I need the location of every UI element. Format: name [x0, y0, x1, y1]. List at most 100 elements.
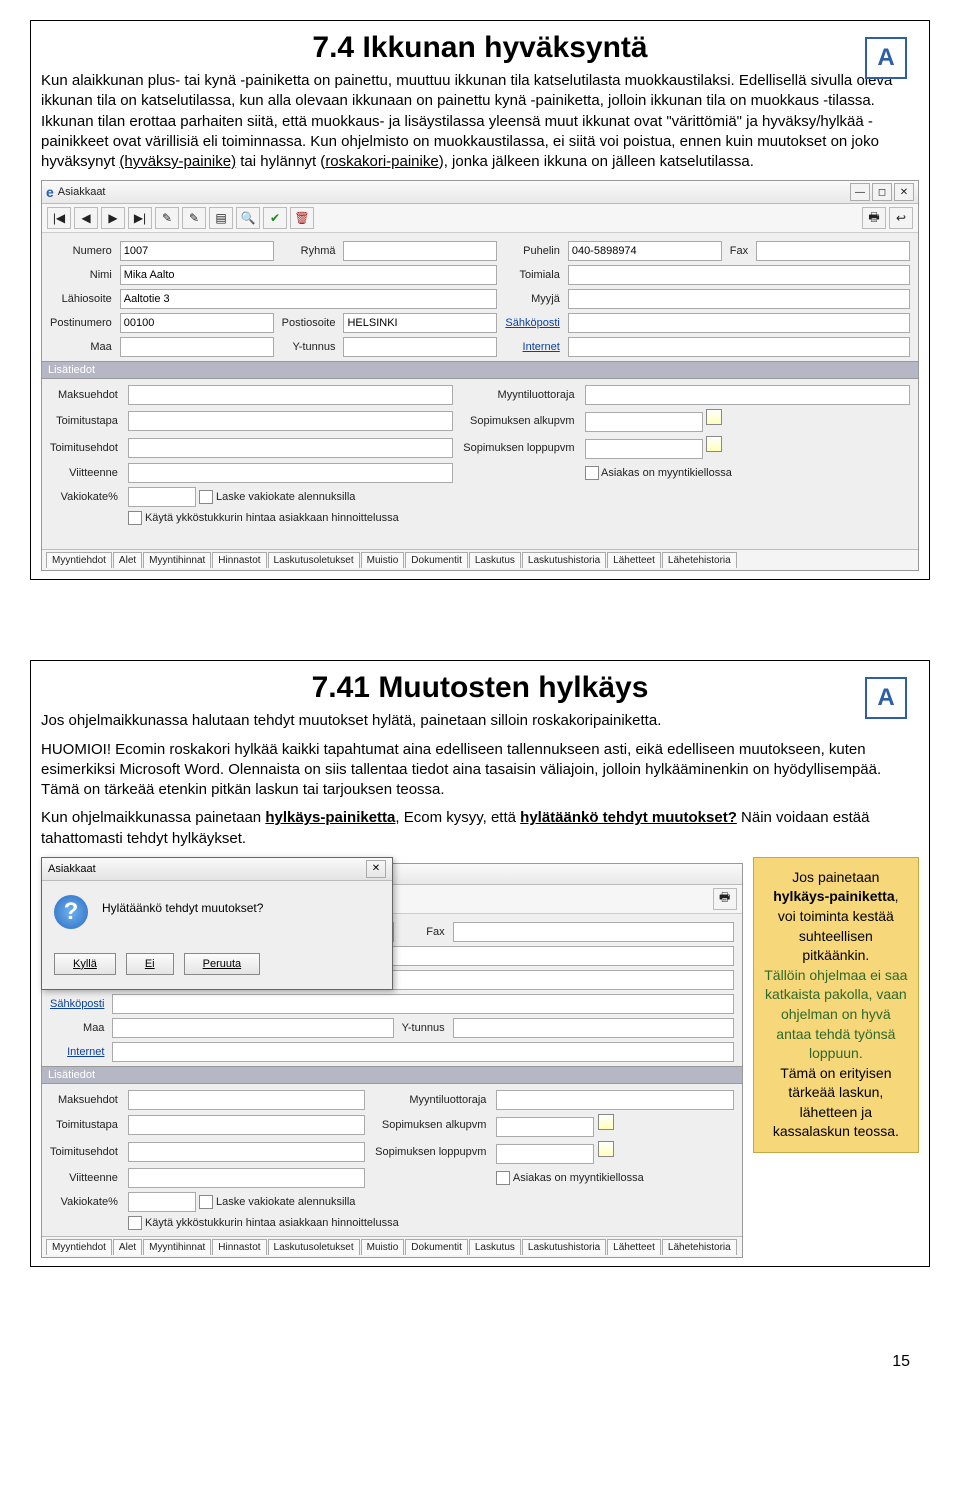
myyja-field[interactable]	[568, 289, 910, 309]
close-icon[interactable]: ✕	[366, 860, 386, 878]
tab[interactable]: Muistio	[361, 1239, 405, 1255]
calendar-icon[interactable]	[598, 1114, 614, 1130]
toimitustapa-field[interactable]	[128, 411, 453, 431]
maa-field[interactable]	[120, 337, 274, 357]
last-icon[interactable]: ▶|	[128, 207, 152, 229]
tab[interactable]: Lähetteet	[607, 552, 661, 568]
tab[interactable]: Laskutusoletukset	[268, 552, 360, 568]
ryhma-field[interactable]	[343, 241, 497, 261]
tab[interactable]: Myyntihinnat	[143, 1239, 211, 1255]
form-icon[interactable]: ▤	[209, 207, 233, 229]
ykkostukkuri-checkbox[interactable]	[128, 511, 142, 525]
postiosoite-field[interactable]	[343, 313, 497, 333]
lahiosoite-field[interactable]	[120, 289, 498, 309]
nimi-field[interactable]	[120, 265, 498, 285]
first-icon[interactable]: |◀	[47, 207, 71, 229]
no-button[interactable]: Ei	[126, 953, 174, 975]
lisatiedot-header: Lisätiedot	[42, 361, 918, 379]
viitteenne-field[interactable]	[128, 1168, 365, 1188]
fax-field[interactable]	[453, 922, 734, 942]
tab[interactable]: Myyntiehdot	[46, 552, 112, 568]
asiakkaat-window: e Asiakkaat — ◻ ✕ |◀ ◀ ▶ ▶| ✎ ✎ ▤ 🔍 ✔ 🗑 …	[41, 180, 919, 571]
dialog-title: Asiakkaat	[48, 863, 366, 875]
laske-vakiokate-checkbox[interactable]	[199, 1195, 213, 1209]
internet-link[interactable]: Internet	[50, 1046, 104, 1058]
toimitusehdot-field[interactable]	[128, 438, 453, 458]
accept-icon[interactable]: ✔	[263, 207, 287, 229]
alkupvm-field[interactable]	[496, 1117, 594, 1137]
yes-button[interactable]: Kyllä	[54, 953, 116, 975]
tab[interactable]: Laskutushistoria	[522, 552, 606, 568]
internet-field[interactable]	[112, 1042, 733, 1062]
tab[interactable]: Dokumentit	[405, 1239, 468, 1255]
close-icon[interactable]: ✕	[894, 183, 914, 201]
laske-vakiokate-checkbox[interactable]	[199, 490, 213, 504]
alkupvm-field[interactable]	[585, 412, 703, 432]
myyntiluottoraja-field[interactable]	[585, 385, 910, 405]
tab[interactable]: Myyntihinnat	[143, 552, 211, 568]
myyntiluottoraja-field[interactable]	[496, 1090, 733, 1110]
prev-icon[interactable]: ◀	[74, 207, 98, 229]
search-icon[interactable]: 🔍	[236, 207, 260, 229]
puhelin-field[interactable]	[568, 241, 722, 261]
loppupvm-field[interactable]	[496, 1144, 594, 1164]
fax-field[interactable]	[756, 241, 910, 261]
tab[interactable]: Lähetehistoria	[662, 1239, 737, 1255]
cancel-button[interactable]: Peruuta	[184, 953, 261, 975]
tab[interactable]: Alet	[113, 1239, 142, 1255]
internet-link[interactable]: Internet	[505, 341, 559, 353]
edit-icon[interactable]: ✎	[182, 207, 206, 229]
sahkoposti-field[interactable]	[568, 313, 910, 333]
reject-icon[interactable]: 🗑	[290, 207, 314, 229]
tab[interactable]: Hinnastot	[212, 1239, 266, 1255]
tab[interactable]: Alet	[113, 552, 142, 568]
tab[interactable]: Laskutus	[469, 1239, 521, 1255]
numero-field[interactable]	[120, 241, 274, 261]
section2-body2: HUOMIOI! Ecomin roskakori hylkää kaikki …	[41, 740, 919, 801]
section2-body3: Kun ohjelmaikkunassa painetaan hylkäys-p…	[41, 808, 919, 849]
maa-field[interactable]	[112, 1018, 393, 1038]
vakiokate-field[interactable]	[128, 1192, 196, 1212]
myyntikielto-checkbox[interactable]	[585, 466, 599, 480]
maksuehdot-field[interactable]	[128, 1090, 365, 1110]
myyntikielto-checkbox[interactable]	[496, 1171, 510, 1185]
tab[interactable]: Lähetehistoria	[662, 552, 737, 568]
tab[interactable]: Laskutusoletukset	[268, 1239, 360, 1255]
toimiala-field[interactable]	[568, 265, 910, 285]
tab[interactable]: Laskutus	[469, 552, 521, 568]
print-icon[interactable]: 🖶	[862, 207, 886, 229]
sahkoposti-link[interactable]: Sähköposti	[505, 317, 559, 329]
calendar-icon[interactable]	[706, 436, 722, 452]
toimitusehdot-field[interactable]	[128, 1142, 365, 1162]
tab-row: MyyntiehdotAletMyyntihinnatHinnastotLask…	[42, 1236, 742, 1257]
tab[interactable]: Lähetteet	[607, 1239, 661, 1255]
maksuehdot-field[interactable]	[128, 385, 453, 405]
vakiokate-field[interactable]	[128, 487, 196, 507]
tab[interactable]: Dokumentit	[405, 552, 468, 568]
viitteenne-field[interactable]	[128, 463, 453, 483]
section1-body: Kun alaikkunan plus- tai kynä -painikett…	[41, 71, 919, 172]
calendar-icon[interactable]	[598, 1141, 614, 1157]
sahkoposti-field[interactable]	[112, 994, 733, 1014]
ytunnus-field[interactable]	[453, 1018, 734, 1038]
tab[interactable]: Laskutushistoria	[522, 1239, 606, 1255]
print-icon[interactable]: 🖶	[713, 888, 737, 910]
minimize-icon[interactable]: —	[850, 183, 870, 201]
calendar-icon[interactable]	[706, 409, 722, 425]
loppupvm-field[interactable]	[585, 439, 703, 459]
postinumero-field[interactable]	[120, 313, 274, 333]
tab[interactable]: Myyntiehdot	[46, 1239, 112, 1255]
internet-field[interactable]	[568, 337, 910, 357]
ytunnus-field[interactable]	[343, 337, 497, 357]
page-number: 15	[30, 1347, 930, 1377]
maximize-icon[interactable]: ◻	[872, 183, 892, 201]
new-icon[interactable]: ✎	[155, 207, 179, 229]
tab[interactable]: Muistio	[361, 552, 405, 568]
logo-icon: A	[865, 37, 907, 79]
exit-icon[interactable]: ↩	[889, 207, 913, 229]
tab[interactable]: Hinnastot	[212, 552, 266, 568]
ykkostukkuri-checkbox[interactable]	[128, 1216, 142, 1230]
sahkoposti-link[interactable]: Sähköposti	[50, 998, 104, 1010]
toimitustapa-field[interactable]	[128, 1115, 365, 1135]
next-icon[interactable]: ▶	[101, 207, 125, 229]
